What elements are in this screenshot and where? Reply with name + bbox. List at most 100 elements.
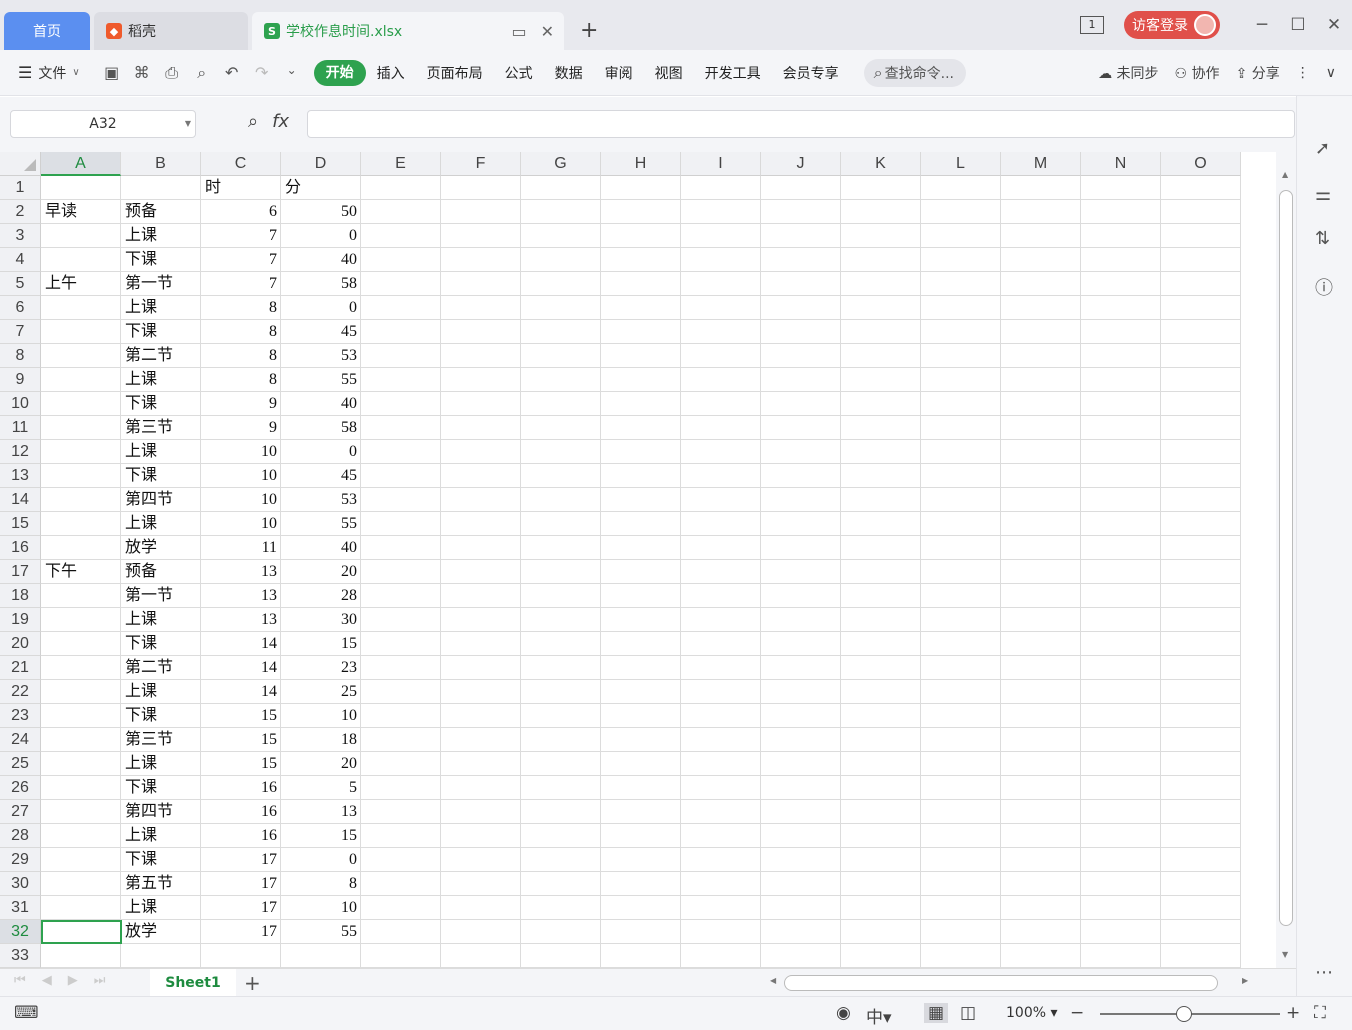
menu-developer[interactable]: 开发工具 [694, 63, 772, 83]
cell-a5[interactable]: 上午 [41, 272, 121, 296]
row-header[interactable]: 18 [0, 584, 41, 608]
cell-a4[interactable] [41, 248, 121, 272]
cell-a15[interactable] [41, 512, 121, 536]
cell-a25[interactable] [41, 752, 121, 776]
cell-e8[interactable] [361, 344, 441, 368]
cell-j20[interactable] [761, 632, 841, 656]
cell-j28[interactable] [761, 824, 841, 848]
cell-l16[interactable] [921, 536, 1001, 560]
cell-g9[interactable] [521, 368, 601, 392]
cell-l9[interactable] [921, 368, 1001, 392]
cell-m31[interactable] [1001, 896, 1081, 920]
vertical-scroll-thumb[interactable] [1279, 190, 1293, 926]
formula-input[interactable] [307, 110, 1295, 138]
cell-b33[interactable] [121, 944, 201, 968]
cell-i32[interactable] [681, 920, 761, 944]
cell-e24[interactable] [361, 728, 441, 752]
cell-c6[interactable]: 8 [201, 296, 281, 320]
cell-m16[interactable] [1001, 536, 1081, 560]
cell-c33[interactable] [201, 944, 281, 968]
cell-e15[interactable] [361, 512, 441, 536]
cell-l28[interactable] [921, 824, 1001, 848]
cell-e28[interactable] [361, 824, 441, 848]
cell-n23[interactable] [1081, 704, 1161, 728]
cell-d7[interactable]: 45 [281, 320, 361, 344]
cell-j26[interactable] [761, 776, 841, 800]
cell-g5[interactable] [521, 272, 601, 296]
cell-n5[interactable] [1081, 272, 1161, 296]
cell-d30[interactable]: 8 [281, 872, 361, 896]
cell-j32[interactable] [761, 920, 841, 944]
cell-l8[interactable] [921, 344, 1001, 368]
cell-l27[interactable] [921, 800, 1001, 824]
row-header[interactable]: 12 [0, 440, 41, 464]
cell-c21[interactable]: 14 [201, 656, 281, 680]
scroll-down-icon[interactable]: ▼ [1282, 950, 1288, 959]
cell-e25[interactable] [361, 752, 441, 776]
cell-b14[interactable]: 第四节 [121, 488, 201, 512]
cell-n11[interactable] [1081, 416, 1161, 440]
cell-b16[interactable]: 放学 [121, 536, 201, 560]
cell-c7[interactable]: 8 [201, 320, 281, 344]
sheet-tab-sheet1[interactable]: Sheet1 [150, 969, 236, 997]
cell-h21[interactable] [601, 656, 681, 680]
cell-m28[interactable] [1001, 824, 1081, 848]
page-view-icon[interactable]: ◫ [960, 1003, 976, 1023]
row-header[interactable]: 9 [0, 368, 41, 392]
cell-f10[interactable] [441, 392, 521, 416]
cell-k15[interactable] [841, 512, 921, 536]
cell-m33[interactable] [1001, 944, 1081, 968]
cell-c1[interactable]: 时 [201, 176, 281, 200]
cell-e19[interactable] [361, 608, 441, 632]
cell-b27[interactable]: 第四节 [121, 800, 201, 824]
cell-o33[interactable] [1161, 944, 1241, 968]
cell-k33[interactable] [841, 944, 921, 968]
file-menu-button[interactable]: ☰ 文件 ∨ [18, 63, 80, 83]
cell-i25[interactable] [681, 752, 761, 776]
cell-f15[interactable] [441, 512, 521, 536]
cell-a18[interactable] [41, 584, 121, 608]
cell-m17[interactable] [1001, 560, 1081, 584]
cell-d16[interactable]: 40 [281, 536, 361, 560]
cell-m24[interactable] [1001, 728, 1081, 752]
dropdown-icon[interactable]: ▼ [185, 111, 191, 137]
cell-f17[interactable] [441, 560, 521, 584]
cell-f6[interactable] [441, 296, 521, 320]
cell-h15[interactable] [601, 512, 681, 536]
cell-f2[interactable] [441, 200, 521, 224]
cell-l20[interactable] [921, 632, 1001, 656]
cell-d19[interactable]: 30 [281, 608, 361, 632]
zoom-in-icon[interactable]: + [1286, 1003, 1300, 1023]
cell-h4[interactable] [601, 248, 681, 272]
cell-i18[interactable] [681, 584, 761, 608]
cell-g3[interactable] [521, 224, 601, 248]
menu-member[interactable]: 会员专享 [772, 63, 850, 83]
cell-f19[interactable] [441, 608, 521, 632]
cell-m25[interactable] [1001, 752, 1081, 776]
cell-e1[interactable] [361, 176, 441, 200]
cell-c29[interactable]: 17 [201, 848, 281, 872]
print-preview-icon[interactable]: ⌕ [192, 63, 212, 83]
cell-b3[interactable]: 上课 [121, 224, 201, 248]
cell-m22[interactable] [1001, 680, 1081, 704]
cell-m4[interactable] [1001, 248, 1081, 272]
cell-o13[interactable] [1161, 464, 1241, 488]
cell-k26[interactable] [841, 776, 921, 800]
cell-c8[interactable]: 8 [201, 344, 281, 368]
row-header[interactable]: 19 [0, 608, 41, 632]
cell-k21[interactable] [841, 656, 921, 680]
cell-o24[interactable] [1161, 728, 1241, 752]
cell-n28[interactable] [1081, 824, 1161, 848]
cell-h5[interactable] [601, 272, 681, 296]
cell-f32[interactable] [441, 920, 521, 944]
cell-c14[interactable]: 10 [201, 488, 281, 512]
cell-j5[interactable] [761, 272, 841, 296]
cell-k16[interactable] [841, 536, 921, 560]
cell-i1[interactable] [681, 176, 761, 200]
menu-view[interactable]: 视图 [644, 63, 694, 83]
cell-n32[interactable] [1081, 920, 1161, 944]
row-header[interactable]: 3 [0, 224, 41, 248]
cell-m29[interactable] [1001, 848, 1081, 872]
row-header[interactable]: 16 [0, 536, 41, 560]
input-method-icon[interactable]: 中▾ [866, 1003, 892, 1028]
